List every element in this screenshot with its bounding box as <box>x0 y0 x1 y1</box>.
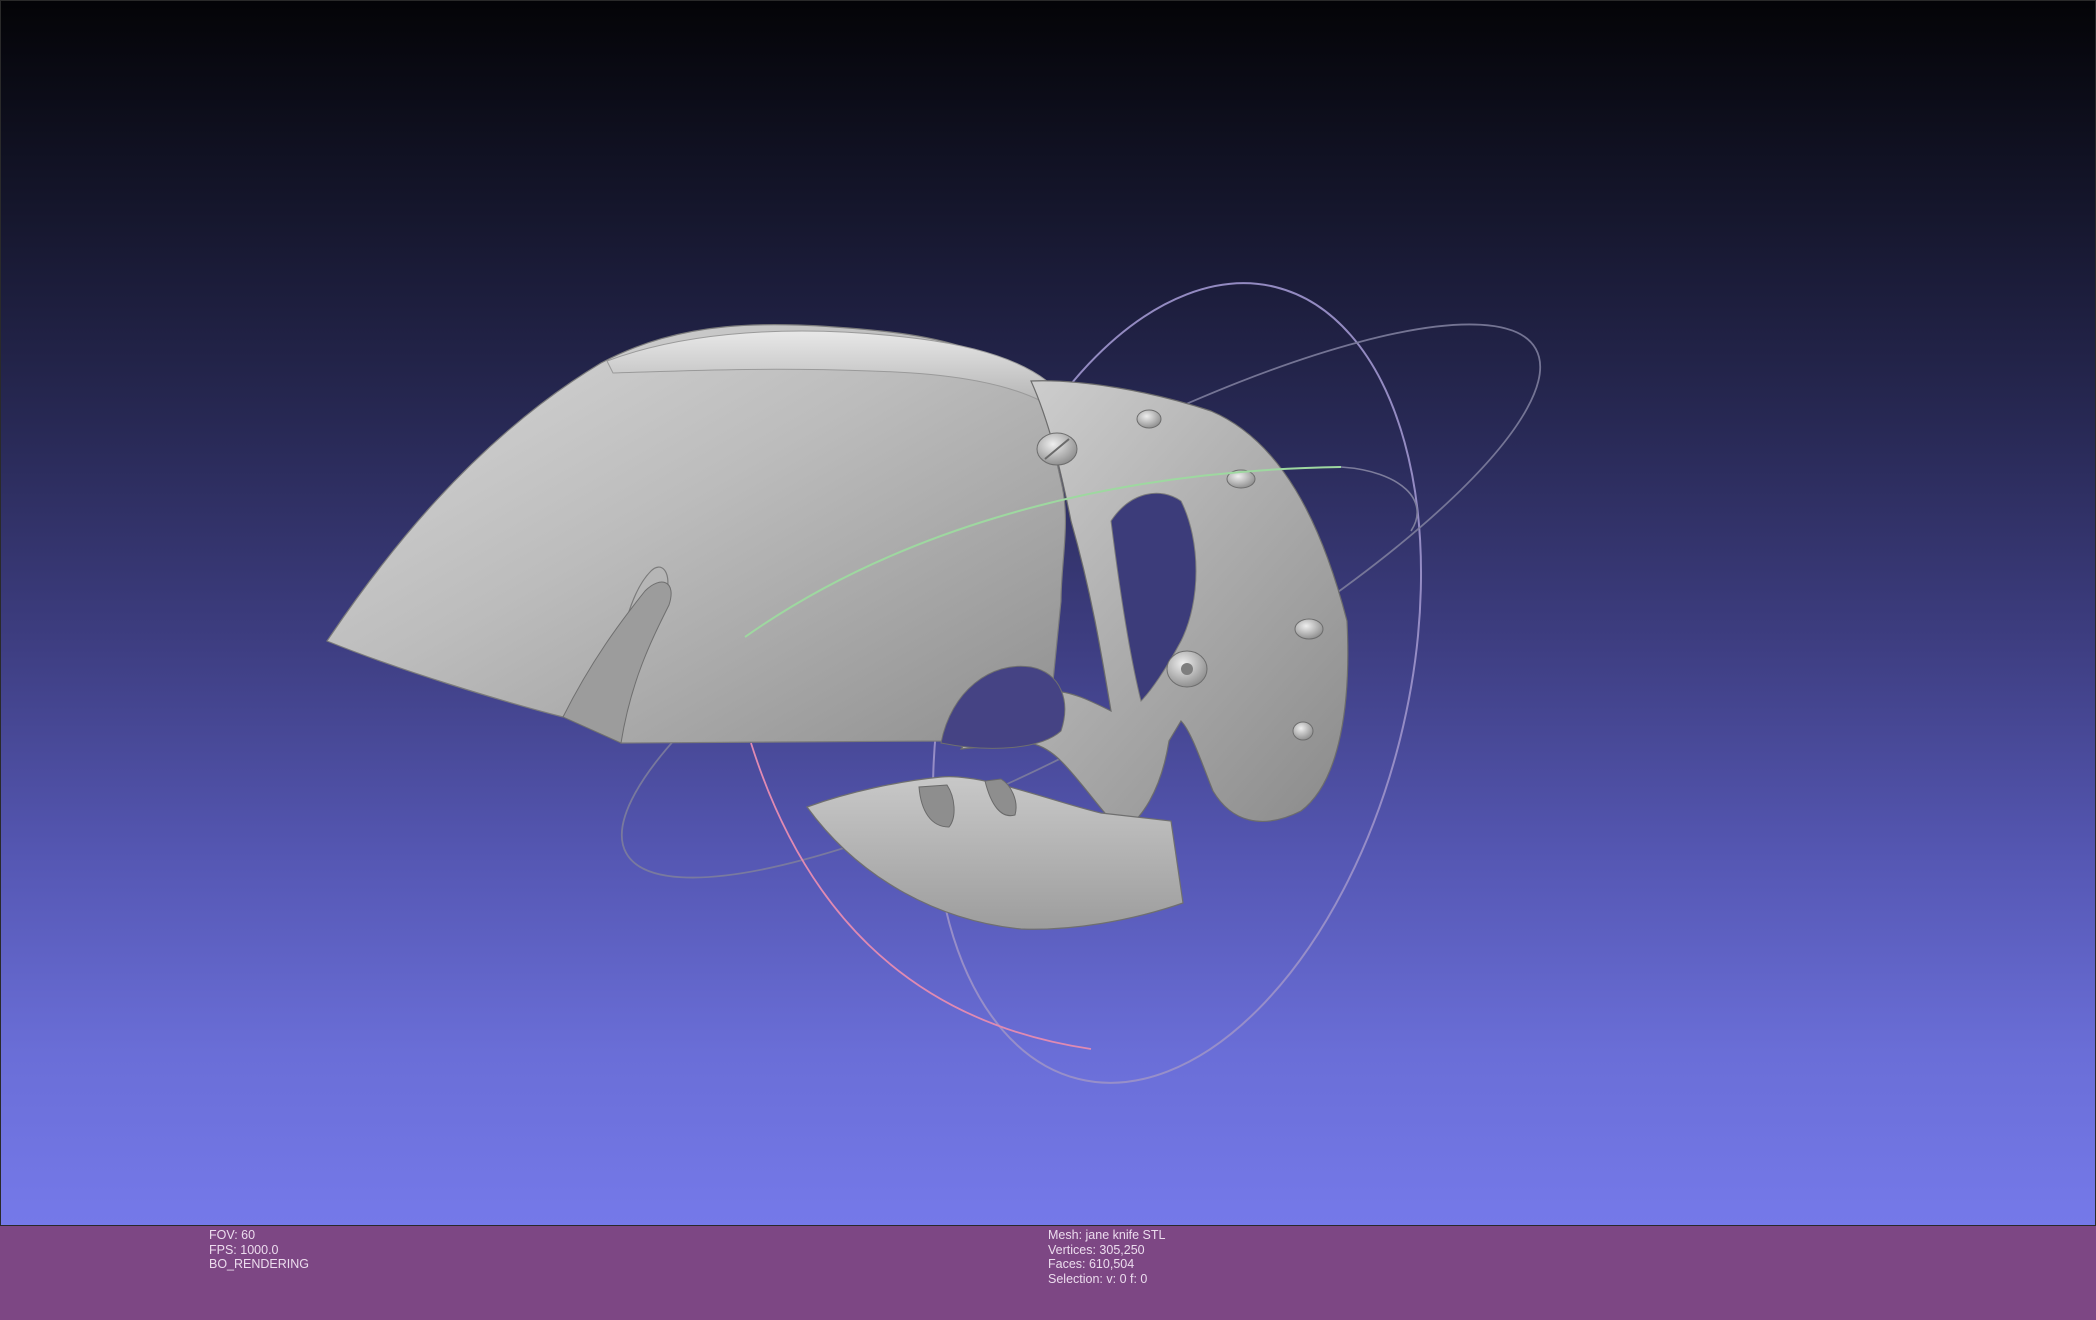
mesh-name-readout: Mesh: jane knife STL <box>1048 1228 1166 1242</box>
selection-readout: Selection: v: 0 f: 0 <box>1048 1272 1148 1287</box>
mesh-model[interactable] <box>326 324 1349 930</box>
3d-viewport[interactable] <box>0 0 2096 1226</box>
render-info: FOV: 60 FPS: 1000.0 BO_RENDERING <box>209 1228 309 1272</box>
screw-top-right <box>1136 409 1162 429</box>
info-panel: FOV: 60 FPS: 1000.0 BO_RENDERING Mesh: j… <box>0 1226 2096 1320</box>
fov-readout: FOV: 60 <box>209 1228 256 1242</box>
scene-canvas[interactable] <box>1 1 2096 1227</box>
meshlab-window: FOV: 60 FPS: 1000.0 BO_RENDERING Mesh: j… <box>0 0 2096 1320</box>
mesh-info: Mesh: jane knife STL Vertices: 305,250 F… <box>1048 1228 1165 1287</box>
blade-body <box>326 324 1067 744</box>
render-mode-readout: BO_RENDERING <box>209 1257 310 1272</box>
faces-readout: Faces: 610,504 <box>1048 1257 1135 1272</box>
screw-side-right <box>1294 618 1324 640</box>
trackball-ring-front-arc <box>1340 466 1418 532</box>
screw-bottom-right <box>1292 721 1314 741</box>
vertices-readout: Vertices: 305,250 <box>1048 1242 1145 1257</box>
fps-readout: FPS: 1000.0 <box>209 1242 279 1257</box>
